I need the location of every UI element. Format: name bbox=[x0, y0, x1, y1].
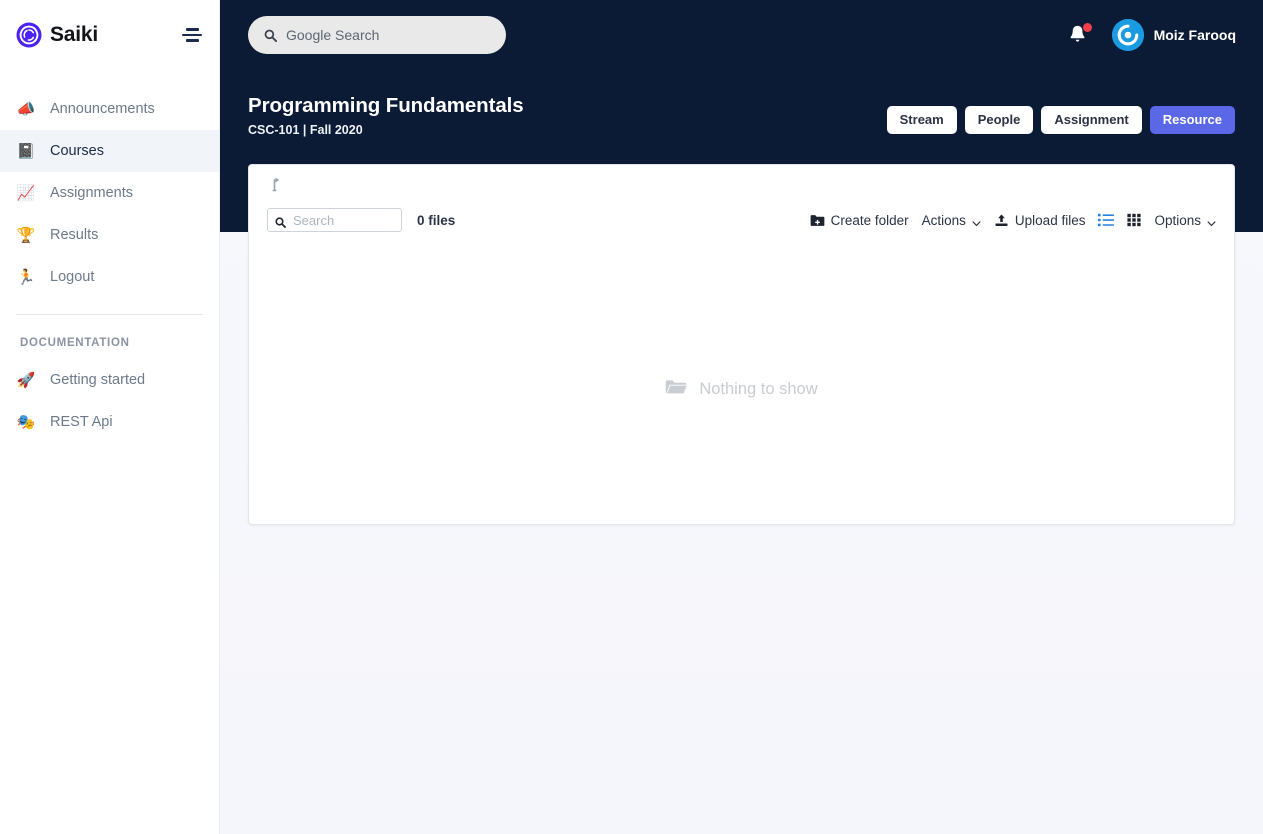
sidebar-item-courses[interactable]: 📓 Courses bbox=[0, 130, 219, 172]
options-label: Options bbox=[1154, 212, 1201, 228]
hamburger-icon[interactable] bbox=[181, 27, 203, 43]
file-search-input[interactable] bbox=[293, 212, 394, 228]
page-title: Programming Fundamentals bbox=[248, 94, 524, 117]
chevron-down-icon bbox=[1207, 216, 1216, 226]
file-count: 0 files bbox=[417, 212, 456, 228]
sidebar-item-label: Logout bbox=[50, 269, 95, 285]
level-up-arrow-icon[interactable] bbox=[267, 175, 283, 193]
sidebar-item-rest-api[interactable]: 🎭 REST Api bbox=[0, 401, 219, 443]
sidebar-item-label: Assignments bbox=[50, 185, 134, 201]
sidebar-brand: Saiki bbox=[0, 0, 219, 70]
upload-icon bbox=[994, 213, 1009, 228]
create-folder-label: Create folder bbox=[830, 212, 909, 228]
sidebar-item-getting-started[interactable]: 🚀 Getting started bbox=[0, 359, 219, 401]
masks-icon: 🎭 bbox=[16, 413, 36, 431]
options-dropdown[interactable]: Options bbox=[1154, 213, 1216, 228]
runner-icon: 🏃 bbox=[16, 268, 36, 286]
tab-people[interactable]: People bbox=[964, 106, 1034, 135]
megaphone-icon: 📣 bbox=[16, 100, 36, 118]
search-input[interactable] bbox=[286, 27, 490, 43]
tab-stream[interactable]: Stream bbox=[886, 106, 957, 135]
gravatar-avatar-icon bbox=[1111, 19, 1144, 51]
sidebar-item-logout[interactable]: 🏃 Logout bbox=[0, 256, 219, 298]
rocket-icon: 🚀 bbox=[16, 371, 36, 389]
brand-name: Saiki bbox=[50, 23, 99, 46]
search-bar[interactable] bbox=[248, 16, 506, 54]
create-folder-button[interactable]: Create folder bbox=[810, 213, 909, 228]
upload-files-button[interactable]: Upload files bbox=[994, 212, 1086, 228]
sidebar-item-label: Getting started bbox=[50, 372, 146, 388]
avatar bbox=[1111, 19, 1144, 51]
chevron-down-icon bbox=[972, 216, 981, 226]
main-area: Moiz Farooq Programming Fundamentals CSC… bbox=[220, 0, 1263, 834]
sidebar-item-label: Results bbox=[50, 227, 99, 243]
actions-label: Actions bbox=[921, 212, 966, 228]
sidebar-item-label: Courses bbox=[50, 143, 104, 159]
search-icon bbox=[264, 29, 278, 42]
search-icon bbox=[275, 215, 286, 228]
aperture-logo-icon bbox=[16, 22, 42, 48]
file-manager-actions: Create folder Actions Upload files Optio… bbox=[810, 213, 1216, 228]
folder-plus-icon bbox=[810, 214, 825, 227]
sidebar-item-announcements[interactable]: 📣 Announcements bbox=[0, 88, 219, 130]
sidebar-section-title: DOCUMENTATION bbox=[20, 337, 130, 349]
sidebar-item-label: Announcements bbox=[50, 101, 155, 117]
empty-state: Nothing to show bbox=[665, 255, 818, 523]
app-root: Saiki 📣 Announcements 📓 Courses 📈 Assign… bbox=[0, 0, 1263, 834]
course-title-block: Programming Fundamentals CSC-101 | Fall … bbox=[248, 70, 524, 137]
notebook-icon: 📓 bbox=[16, 142, 36, 160]
file-manager-panel: 0 files Create folder Ac bbox=[248, 164, 1235, 525]
topbar: Moiz Farooq bbox=[220, 0, 1263, 70]
folder-icon bbox=[665, 379, 687, 400]
breadcrumb bbox=[249, 165, 1234, 203]
trophy-icon: 🏆 bbox=[16, 226, 36, 244]
sidebar-item-label: REST Api bbox=[50, 414, 113, 430]
notification-badge bbox=[1082, 23, 1092, 32]
list-view-icon[interactable] bbox=[1098, 213, 1115, 227]
activity-icon: 📈 bbox=[16, 184, 36, 202]
course-subtitle: CSC-101 | Fall 2020 bbox=[248, 123, 363, 137]
tab-assignment[interactable]: Assignment bbox=[1041, 106, 1142, 135]
course-header: Programming Fundamentals CSC-101 | Fall … bbox=[220, 70, 1263, 165]
sidebar: Saiki 📣 Announcements 📓 Courses 📈 Assign… bbox=[0, 0, 220, 834]
course-tabs: Stream People Assignment Resource bbox=[886, 106, 1235, 135]
user-menu[interactable]: Moiz Farooq bbox=[1111, 19, 1236, 51]
file-manager-toolbar: 0 files Create folder Ac bbox=[249, 203, 1234, 237]
file-search[interactable] bbox=[267, 208, 402, 232]
grid-view-icon[interactable] bbox=[1127, 213, 1142, 227]
sidebar-item-assignments[interactable]: 📈 Assignments bbox=[0, 172, 219, 214]
actions-dropdown[interactable]: Actions bbox=[922, 213, 981, 228]
file-list-body: Nothing to show bbox=[249, 237, 1234, 523]
user-name: Moiz Farooq bbox=[1153, 27, 1236, 43]
topbar-right: Moiz Farooq bbox=[1068, 19, 1236, 51]
sidebar-item-results[interactable]: 🏆 Results bbox=[0, 214, 219, 256]
tab-resource[interactable]: Resource bbox=[1149, 106, 1235, 135]
empty-state-text: Nothing to show bbox=[699, 379, 818, 398]
sidebar-nav: 📣 Announcements 📓 Courses 📈 Assignments … bbox=[0, 70, 219, 443]
notification-bell[interactable] bbox=[1068, 23, 1092, 47]
upload-files-label: Upload files bbox=[1014, 212, 1086, 228]
